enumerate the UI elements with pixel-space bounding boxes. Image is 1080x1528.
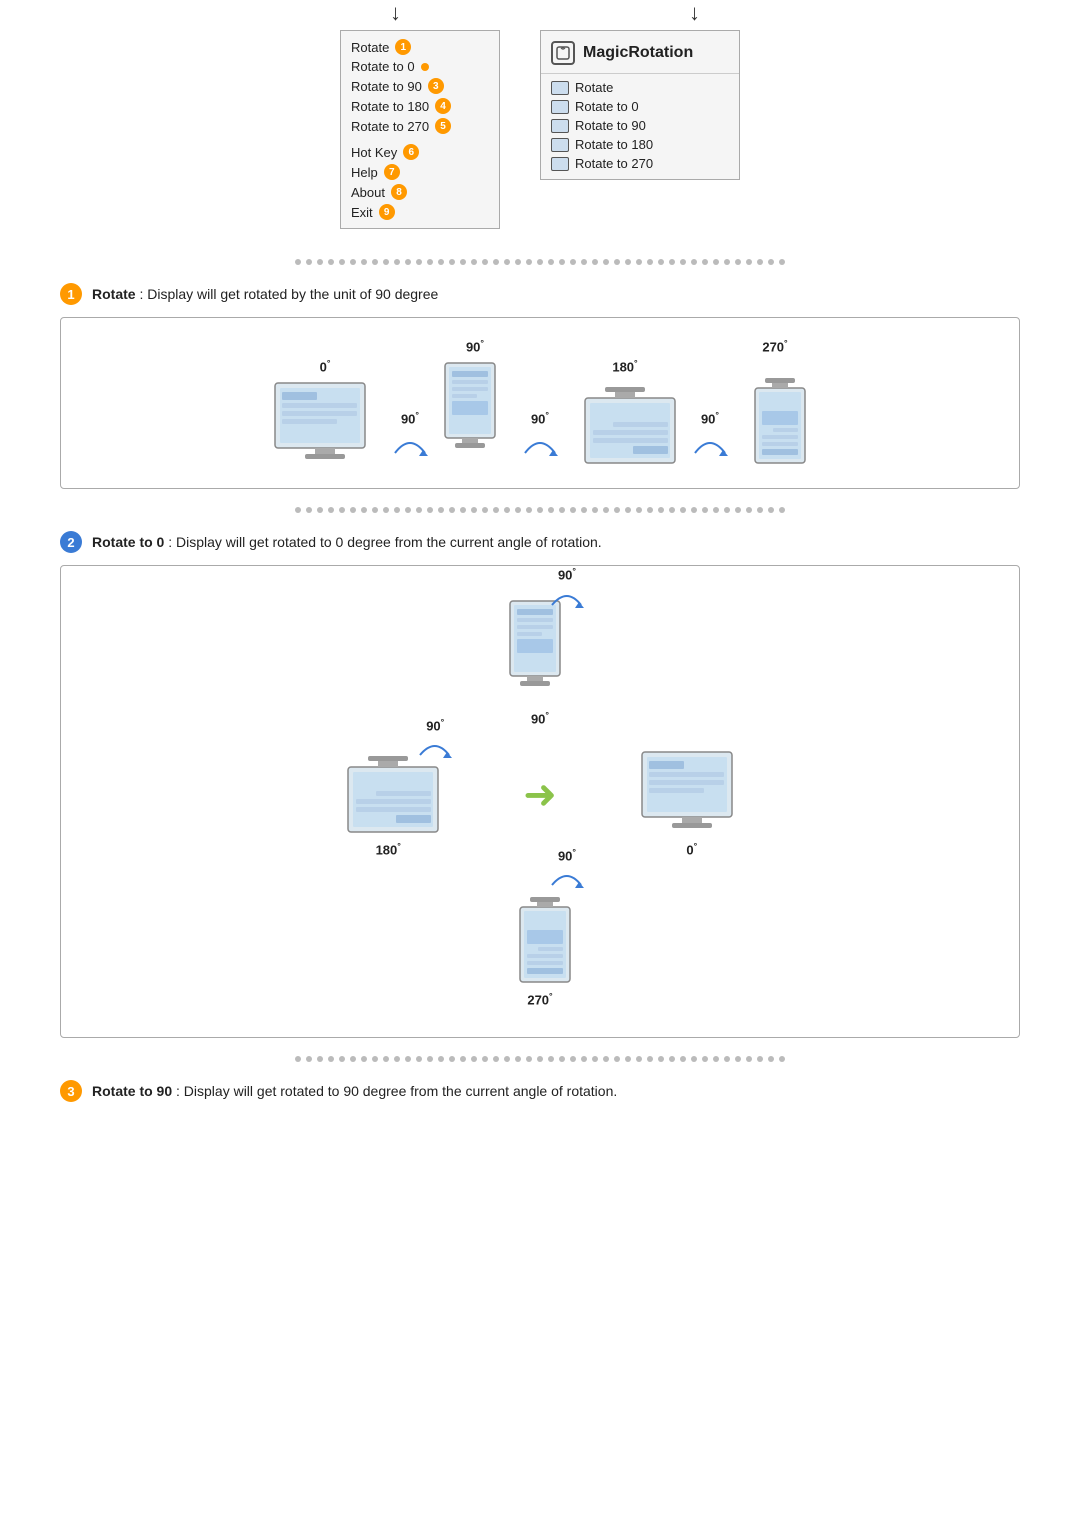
monitor-90deg: 90° <box>440 338 510 468</box>
divider-1 <box>60 259 1020 265</box>
badge-3: 3 <box>428 78 444 94</box>
s2-monitor-270: 90° 270° <box>505 877 575 1007</box>
degree-90-label: 90° <box>466 338 484 354</box>
magic-rotate0-label: Rotate to 0 <box>575 99 639 114</box>
s2-label-180: 180° <box>376 841 401 857</box>
magic-menu-rotate0[interactable]: Rotate to 0 <box>541 97 739 116</box>
menu-item-rotate90-label: Rotate to 90 <box>351 79 422 94</box>
menu-item-help[interactable]: Help 7 <box>341 162 499 182</box>
menu-item-rotate0[interactable]: Rotate to 0 <box>341 57 499 76</box>
dot-2 <box>421 63 429 71</box>
badge-1: 1 <box>395 39 411 55</box>
section1-header: 1 Rotate : Display will get rotated by t… <box>60 283 1020 305</box>
s2-arc-90: 90° <box>549 566 585 611</box>
section2-bottom-row: 90° 270° <box>101 877 979 1007</box>
menu-item-hotkey[interactable]: Hot Key 6 <box>341 142 499 162</box>
arc1-degree: 90° <box>401 410 419 426</box>
monitor-180deg: 180° <box>570 358 680 468</box>
section3-text: Rotate to 90 : Display will get rotated … <box>92 1083 617 1099</box>
magic-rotation-title: MagicRotation <box>583 44 693 62</box>
s2-label-270: 270° <box>527 991 552 1007</box>
magic-header: MagicRotation <box>541 37 739 74</box>
s2-monitor-90: 90° 90° <box>505 596 575 726</box>
menu-item-exit[interactable]: Exit 9 <box>341 202 499 222</box>
degree-270-label: 270° <box>762 338 787 354</box>
section2-header: 2 Rotate to 0 : Display will get rotated… <box>60 531 1020 553</box>
magic-menu-rotate270[interactable]: Rotate to 270 <box>541 154 739 173</box>
magic-rotate0-icon <box>551 100 569 114</box>
menu-item-rotate270[interactable]: Rotate to 270 5 <box>341 116 499 136</box>
magic-rotation-menu: MagicRotation Rotate Rotate to 0 Rotate … <box>540 30 740 180</box>
magic-rotate-label: Rotate <box>575 80 613 95</box>
arc1-wrap: 90° <box>390 410 430 458</box>
section2-middle-row: 90° 180° ➜ <box>101 747 979 857</box>
top-menu-section: ↓ Rotate 1 Rotate to 0 Rotate to 90 3 Ro… <box>60 30 1020 229</box>
menu-item-rotate90[interactable]: Rotate to 90 3 <box>341 76 499 96</box>
arc3-wrap: 90° <box>690 410 730 458</box>
section1-text: Rotate : Display will get rotated by the… <box>92 286 438 302</box>
section2-badge: 2 <box>60 531 82 553</box>
magic-menu-rotate180[interactable]: Rotate to 180 <box>541 135 739 154</box>
badge-5: 5 <box>435 118 451 134</box>
magic-rotate-icon <box>551 81 569 95</box>
left-arrow: ↓ <box>390 0 401 26</box>
magic-menu-rotate90[interactable]: Rotate to 90 <box>541 116 739 135</box>
arc2-wrap: 90° <box>520 410 560 458</box>
arc3-degree: 90° <box>701 410 719 426</box>
monitor-0deg: 0° <box>270 358 380 468</box>
section1-illustration: 0° 90° 90° <box>60 317 1020 489</box>
section2-illustration: 90° 90° 90 <box>60 565 1020 1038</box>
magic-rotate90-label: Rotate to 90 <box>575 118 646 133</box>
degree-180-label: 180° <box>612 358 637 374</box>
magic-menu-rotate[interactable]: Rotate <box>541 78 739 97</box>
menu-item-rotate[interactable]: Rotate 1 <box>341 37 499 57</box>
right-arrow: ↓ <box>689 0 700 26</box>
s2-label-90: 90° <box>531 710 549 726</box>
s2-monitor-180: 90° 180° <box>333 747 443 857</box>
left-context-menu: Rotate 1 Rotate to 0 Rotate to 90 3 Rota… <box>340 30 500 229</box>
magic-rotate270-icon <box>551 157 569 171</box>
section3-header: 3 Rotate to 90 : Display will get rotate… <box>60 1080 1020 1102</box>
arc2-degree: 90° <box>531 410 549 426</box>
menu-item-rotate180[interactable]: Rotate to 180 4 <box>341 96 499 116</box>
magic-rotation-icon <box>551 41 575 65</box>
menu-item-rotate270-label: Rotate to 270 <box>351 119 429 134</box>
degree-0-label: 0° <box>320 358 331 374</box>
section3-badge: 3 <box>60 1080 82 1102</box>
menu-item-rotate-label: Rotate <box>351 40 389 55</box>
menu-item-exit-label: Exit <box>351 205 373 220</box>
badge-7: 7 <box>384 164 400 180</box>
divider-3 <box>60 1056 1020 1062</box>
s2-monitor-0: 0° <box>637 747 747 857</box>
section2-top-row: 90° 90° <box>101 596 979 726</box>
badge-9: 9 <box>379 204 395 220</box>
magic-rotate90-icon <box>551 119 569 133</box>
magic-rotate180-label: Rotate to 180 <box>575 137 653 152</box>
section1-monitor-row: 0° 90° 90° <box>81 338 999 468</box>
badge-6: 6 <box>403 144 419 160</box>
badge-4: 4 <box>435 98 451 114</box>
menu-item-hotkey-label: Hot Key <box>351 145 397 160</box>
s2-green-arrow: ➜ <box>523 772 557 818</box>
menu-item-rotate0-label: Rotate to 0 <box>351 59 415 74</box>
section2-text: Rotate to 0 : Display will get rotated t… <box>92 534 602 550</box>
monitor-270deg: 270° <box>740 338 810 468</box>
menu-item-help-label: Help <box>351 165 378 180</box>
badge-8: 8 <box>391 184 407 200</box>
magic-rotate270-label: Rotate to 270 <box>575 156 653 171</box>
s2-label-0: 0° <box>686 841 697 857</box>
menu-item-about[interactable]: About 8 <box>341 182 499 202</box>
magic-rotate180-icon <box>551 138 569 152</box>
menu-item-about-label: About <box>351 185 385 200</box>
section1-badge: 1 <box>60 283 82 305</box>
menu-item-rotate180-label: Rotate to 180 <box>351 99 429 114</box>
divider-2 <box>60 507 1020 513</box>
